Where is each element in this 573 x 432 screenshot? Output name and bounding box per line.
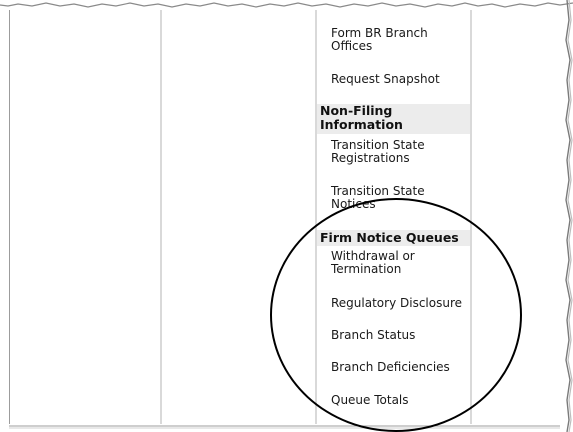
nav-link-withdrawal-or-termination[interactable]: Withdrawal or Termination [331, 250, 469, 276]
torn-edge-top [0, 0, 573, 8]
column-divider-1 [160, 10, 162, 424]
left-navigation-menu: Form BR Branch Offices Request Snapshot … [317, 0, 470, 432]
nav-link-transition-state-registrations[interactable]: Transition State Registrations [331, 139, 469, 165]
section-header-non-filing-information: Non-Filing Information [317, 104, 470, 134]
bottom-edge [9, 425, 560, 429]
nav-link-branch-status[interactable]: Branch Status [331, 329, 469, 342]
column-divider-3 [470, 10, 472, 424]
nav-link-branch-deficiencies[interactable]: Branch Deficiencies [331, 361, 469, 374]
nav-link-form-br-branch-offices[interactable]: Form BR Branch Offices [331, 27, 469, 53]
section-header-firm-notice-queues: Firm Notice Queues [317, 230, 470, 246]
nav-link-regulatory-disclosure[interactable]: Regulatory Disclosure [331, 297, 469, 310]
nav-link-request-snapshot[interactable]: Request Snapshot [331, 73, 469, 86]
nav-link-queue-totals[interactable]: Queue Totals [331, 394, 469, 407]
screenshot-frame: Form BR Branch Offices Request Snapshot … [0, 0, 573, 432]
nav-link-transition-state-notices[interactable]: Transition State Notices [331, 185, 469, 211]
torn-edge-right [565, 0, 573, 432]
column-divider-left [9, 10, 10, 424]
